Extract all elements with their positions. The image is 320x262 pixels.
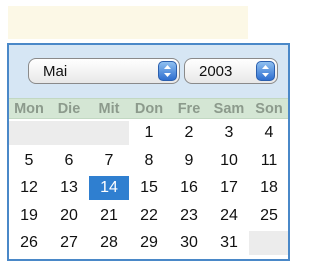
day-cell[interactable]: 2 [169,121,209,145]
day-cell[interactable]: 5 [9,149,49,173]
day-cell[interactable]: 18 [249,176,288,200]
day-cell[interactable]: 21 [89,204,129,228]
day-cell[interactable]: 6 [49,149,89,173]
weekday-label: Son [255,101,283,117]
day-cell[interactable]: 7 [89,149,129,173]
empty-day-cell [89,121,129,145]
day-cell[interactable]: 31 [209,231,249,255]
weekday-label: Don [134,101,164,117]
weekday-label: Mon [14,101,44,117]
day-cell[interactable]: 28 [89,231,129,255]
weekday-label: Fre [177,101,201,117]
day-grid: 1 2 3 4 5 6 7 8 9 10 11 12 13 14 15 16 17 18 19 20 21 22 23 24 2… [9,119,288,259]
day-cell[interactable]: 30 [169,231,209,255]
day-cell[interactable]: 11 [249,149,288,173]
day-cell[interactable]: 16 [169,176,209,200]
day-cell[interactable]: 1 [129,121,169,145]
day-cell[interactable]: 29 [129,231,169,255]
day-cell[interactable]: 10 [209,149,249,173]
empty-day-cell [249,231,288,255]
calendar-popup: Mai 2003 Mon Die Mit Don Fre Sam Son 1 2… [7,43,290,261]
month-select[interactable]: Mai [28,58,180,84]
day-cell[interactable]: 4 [249,121,288,145]
day-cell[interactable]: 9 [169,149,209,173]
day-cell[interactable]: 23 [169,204,209,228]
day-cell[interactable]: 26 [9,231,49,255]
day-cell[interactable]: 15 [129,176,169,200]
day-cell[interactable]: 13 [49,176,89,200]
weekday-label: Sam [213,101,245,117]
day-cell-selected[interactable]: 14 [89,176,129,200]
year-select[interactable]: 2003 [184,58,278,84]
year-select-value: 2003 [199,63,233,80]
weekday-label: Die [57,101,81,117]
day-cell[interactable]: 19 [9,204,49,228]
date-input-field[interactable] [8,5,248,39]
empty-day-cell [49,121,89,145]
weekday-label: Mit [98,101,120,117]
month-select-value: Mai [43,63,68,80]
day-cell[interactable]: 8 [129,149,169,173]
day-cell[interactable]: 12 [9,176,49,200]
day-cell[interactable]: 17 [209,176,249,200]
day-cell[interactable]: 22 [129,204,169,228]
select-arrows-icon [158,61,177,81]
day-cell[interactable]: 24 [209,204,249,228]
day-cell[interactable]: 25 [249,204,288,228]
day-cell[interactable]: 27 [49,231,89,255]
day-cell[interactable]: 3 [209,121,249,145]
weekday-header-row: Mon Die Mit Don Fre Sam Son [9,98,288,119]
empty-day-cell [9,121,49,145]
page: Mai 2003 Mon Die Mit Don Fre Sam Son 1 2… [0,0,291,262]
calendar-header: Mai 2003 [9,45,288,98]
day-cell[interactable]: 20 [49,204,89,228]
select-arrows-icon [256,61,275,81]
